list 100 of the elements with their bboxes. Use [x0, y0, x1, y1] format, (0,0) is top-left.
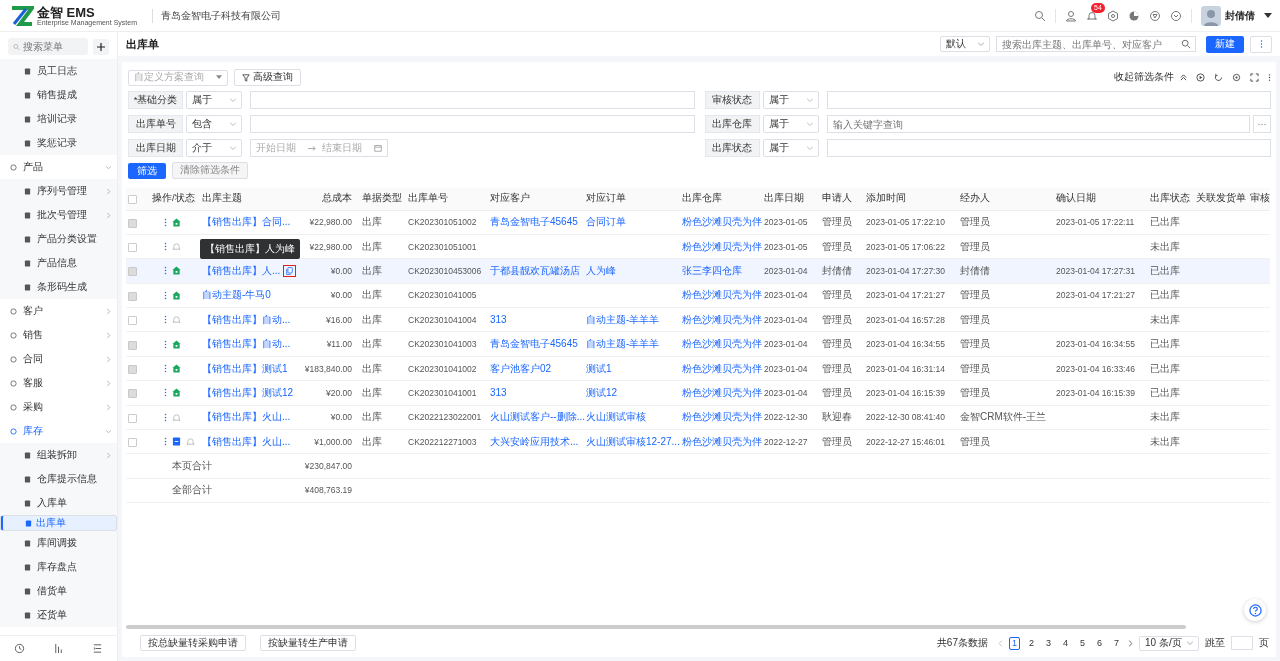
operator-select[interactable]: 属于 — [762, 115, 819, 133]
customer-link[interactable]: 313 — [490, 314, 507, 326]
subject-link[interactable]: 【销售出库】测试12 — [202, 385, 294, 400]
filter-input[interactable]: 输入关键字查询 — [826, 115, 1250, 133]
warehouse-link[interactable]: 粉色沙滩贝壳为伴 — [682, 216, 762, 228]
page-button[interactable]: 1 — [1009, 636, 1020, 650]
row-checkbox[interactable] — [128, 438, 137, 448]
vertical-dots-icon[interactable] — [164, 412, 167, 422]
refresh-icon[interactable] — [1214, 73, 1223, 82]
warehouse-link[interactable]: 粉色沙滩贝壳为伴 — [682, 313, 762, 325]
row-checkbox[interactable] — [128, 389, 137, 399]
subject-link[interactable]: 【销售出库】合同... — [202, 215, 291, 230]
play-icon[interactable] — [1196, 73, 1205, 82]
menu-item[interactable]: 借货单 — [0, 579, 117, 603]
double-chevron-up-icon[interactable] — [1180, 74, 1187, 81]
order-link[interactable]: 测试1 — [586, 362, 612, 374]
order-link[interactable]: 火山测试审核12-27... — [586, 435, 680, 447]
vertical-dots-icon[interactable] — [164, 242, 167, 252]
more-icon[interactable] — [1268, 73, 1271, 82]
menu-item[interactable]: 产品分类设置 — [0, 227, 117, 251]
warehouse-link[interactable]: 粉色沙滩贝壳为伴 — [682, 435, 762, 447]
vertical-dots-icon[interactable] — [164, 437, 167, 447]
row-checkbox[interactable] — [128, 364, 137, 374]
order-link[interactable]: 合同订单 — [586, 216, 626, 228]
operator-select[interactable]: 介于 — [186, 139, 242, 157]
chevron-right-icon[interactable] — [1128, 639, 1133, 647]
menu-item[interactable]: 销售提成 — [0, 83, 117, 107]
warehouse-link[interactable]: 粉色沙滩贝壳为伴 — [682, 338, 762, 350]
menu-search-field[interactable]: 搜索菜单 — [8, 38, 88, 55]
subject-link[interactable]: 【销售出库】火山... — [202, 410, 291, 425]
sort-icon[interactable] — [53, 643, 64, 654]
warehouse-link[interactable]: 粉色沙滩贝壳为伴 — [682, 289, 762, 301]
row-checkbox[interactable] — [128, 291, 137, 301]
page-button[interactable]: 7 — [1111, 636, 1122, 650]
customer-link[interactable]: 大兴安岭应用技术... — [490, 435, 579, 447]
vertical-dots-icon[interactable] — [164, 339, 167, 349]
menu-item[interactable]: 条形码生成 — [0, 275, 117, 299]
history-icon[interactable] — [14, 643, 25, 654]
order-link[interactable]: 火山测试审核 — [586, 411, 646, 423]
operator-select[interactable]: 属于 — [186, 91, 242, 109]
menu-item[interactable]: 组装拆卸 — [0, 443, 117, 467]
menu-item[interactable]: 批次号管理 — [0, 203, 117, 227]
menu-item[interactable]: 出库单 — [0, 515, 117, 531]
page-button[interactable]: 3 — [1043, 636, 1054, 650]
menu-item[interactable]: 产品信息 — [0, 251, 117, 275]
operator-select[interactable]: 属于 — [762, 91, 819, 109]
order-link[interactable]: 自动主题-羊羊羊 — [586, 313, 660, 325]
page-size-select[interactable]: 10 条/页 — [1139, 635, 1199, 651]
filter-input[interactable] — [826, 139, 1271, 157]
page-button[interactable]: 2 — [1026, 636, 1037, 650]
warehouse-link[interactable]: 粉色沙滩贝壳为伴 — [682, 386, 762, 398]
search-icon[interactable] — [1181, 39, 1191, 49]
customer-link[interactable]: 青岛金智电子45645 — [490, 338, 578, 350]
customer-link[interactable]: 客户池客户02 — [490, 362, 552, 374]
select-all-checkbox[interactable] — [128, 195, 137, 205]
subject-link[interactable]: 【销售出库】自动... — [202, 312, 291, 327]
subject-link[interactable]: 自动主题-牛马0 — [202, 288, 271, 303]
menu-icon[interactable] — [92, 643, 103, 654]
convert-button[interactable]: 按缺量转生产申请 — [260, 635, 356, 651]
search-field[interactable]: 搜索出库主题、出库单号、对应客户 — [996, 36, 1196, 52]
vertical-dots-icon[interactable] — [164, 315, 167, 325]
subject-link[interactable]: 【销售出库】火山... — [202, 434, 291, 449]
help-button[interactable] — [1244, 599, 1266, 621]
document-icon[interactable] — [172, 437, 181, 447]
collapse-filters-link[interactable]: 收起筛选条件 — [1114, 71, 1174, 84]
order-link[interactable]: 人为峰 — [586, 264, 616, 276]
search-icon[interactable] — [1034, 9, 1046, 22]
bell-icon[interactable] — [1086, 9, 1098, 22]
row-checkbox[interactable] — [128, 242, 137, 252]
page-button[interactable]: 5 — [1077, 636, 1088, 650]
vertical-dots-icon[interactable] — [164, 290, 167, 300]
settings-icon[interactable] — [1107, 9, 1119, 22]
menu-item[interactable]: 员工日志 — [0, 59, 117, 83]
order-link[interactable]: 自动主题-羊羊羊 — [586, 338, 660, 350]
fullscreen-icon[interactable] — [1250, 73, 1259, 82]
operator-select[interactable]: 包含 — [186, 115, 242, 133]
page-jump-field[interactable] — [1231, 636, 1253, 650]
filter-input[interactable] — [826, 91, 1271, 109]
caret-icon[interactable] — [1264, 12, 1272, 19]
row-checkbox[interactable] — [128, 218, 137, 228]
warehouse-link[interactable]: 粉色沙滩贝壳为伴 — [682, 411, 762, 423]
customer-link[interactable]: 青岛金智电子45645 — [490, 216, 578, 228]
warehouse-link[interactable]: 粉色沙滩贝壳为伴 — [682, 362, 762, 374]
copy-button[interactable] — [283, 264, 297, 277]
order-link[interactable]: 测试12 — [586, 386, 618, 398]
menu-item[interactable]: 培训记录 — [0, 107, 117, 131]
subject-link[interactable]: 【销售出库】测试1 — [202, 361, 288, 376]
convert-button[interactable]: 按总缺量转采购申请 — [140, 635, 246, 651]
menu-item[interactable]: 还货单 — [0, 603, 117, 627]
advanced-search-button[interactable]: 高级查询 — [234, 69, 301, 86]
filter-button[interactable]: 筛选 — [128, 162, 166, 179]
row-checkbox[interactable] — [128, 267, 137, 277]
menu-item[interactable]: 库间调拨 — [0, 531, 117, 555]
avatar[interactable] — [1201, 5, 1221, 26]
customer-link[interactable]: 火山测试客户--删除... — [490, 411, 585, 423]
new-button[interactable]: 新建 — [1206, 35, 1244, 53]
pie-chart-icon[interactable] — [1128, 9, 1140, 22]
warehouse-link[interactable]: 粉色沙滩贝壳为伴 — [682, 240, 762, 252]
horizontal-scrollbar[interactable] — [126, 625, 1186, 629]
row-checkbox[interactable] — [128, 413, 137, 423]
